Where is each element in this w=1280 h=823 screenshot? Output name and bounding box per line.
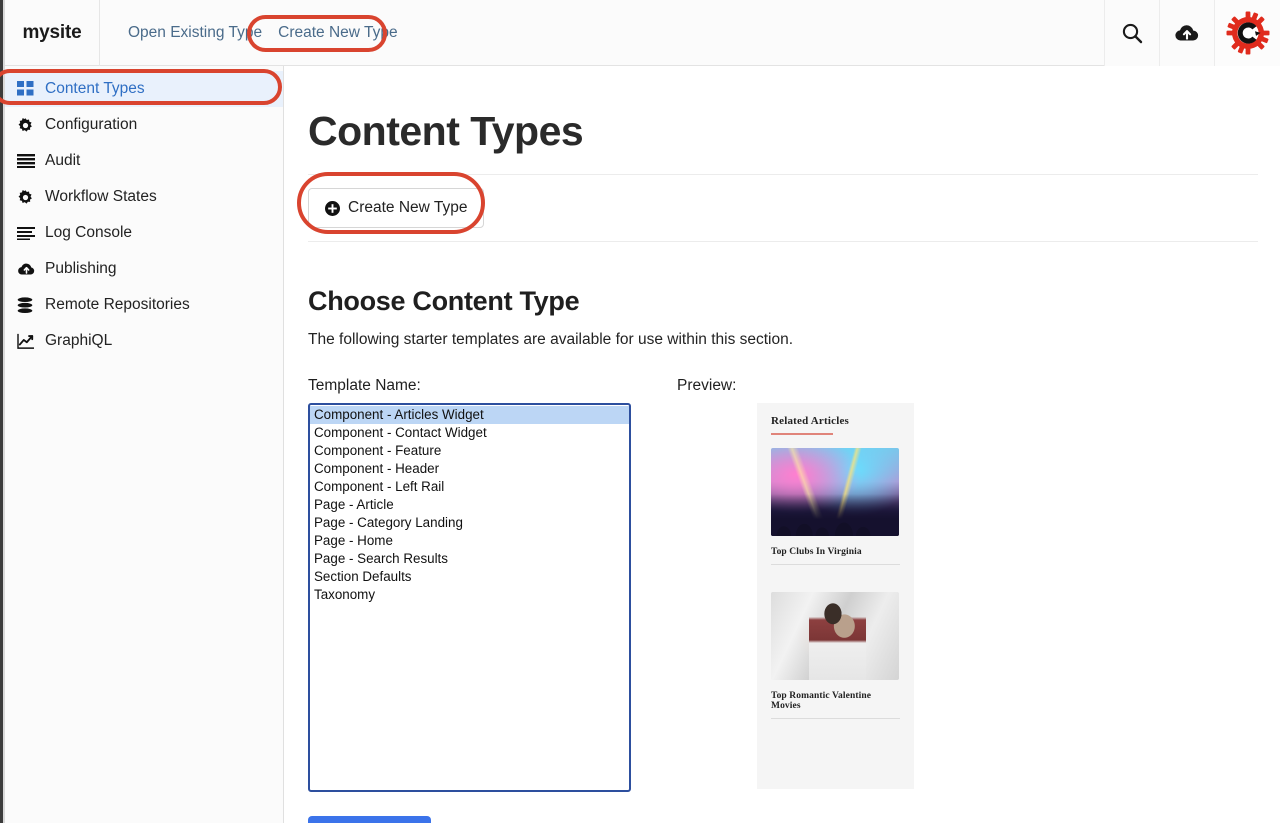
template-listbox[interactable]: Component - Articles Widget Component - C… [308, 403, 631, 792]
open-existing-type-link[interactable]: Open Existing Type [120, 24, 270, 42]
sidebar-item-label: Remote Repositories [45, 296, 190, 314]
preview-label: Preview: [677, 377, 737, 394]
top-nav: Open Existing Type Create New Type [100, 24, 406, 42]
app-root: mysite Open Existing Type Create New Typ… [0, 0, 1280, 823]
section-title: Choose Content Type [308, 286, 580, 316]
sidebar-item-graphiql[interactable]: GraphiQL [5, 323, 283, 359]
template-option[interactable]: Component - Contact Widget [310, 424, 629, 442]
template-name-label: Template Name: [308, 377, 421, 394]
sidebar-item-label: Configuration [45, 116, 138, 134]
chart-line-icon [17, 333, 45, 349]
preview-item-caption: Top Romantic Valentine Movies [771, 691, 900, 719]
cloud-upload-icon[interactable] [1159, 0, 1214, 66]
create-new-type-button[interactable]: Create New Type [308, 188, 485, 228]
gear-icon [17, 117, 45, 134]
sidebar-item-label: GraphiQL [45, 332, 113, 350]
concert-crowd-photo [771, 448, 899, 536]
preview-item-caption: Top Clubs In Virginia [771, 547, 900, 565]
create-new-type-button-label: Create New Type [348, 199, 468, 216]
sidebar-item-label: Workflow States [45, 188, 157, 206]
sidebar-item-remote-repositories[interactable]: Remote Repositories [5, 287, 283, 323]
open-type-button[interactable]: Open Type [308, 816, 431, 823]
preview-spacer [771, 565, 900, 579]
template-option[interactable]: Section Defaults [310, 568, 629, 586]
top-bar: mysite Open Existing Type Create New Typ… [5, 0, 1280, 66]
template-option[interactable]: Page - Home [310, 532, 629, 550]
template-option[interactable]: Component - Articles Widget [310, 406, 629, 424]
sidebar-item-label: Publishing [45, 260, 117, 278]
gear-icon [17, 189, 45, 206]
sidebar-item-label: Log Console [45, 224, 133, 242]
sidebar-item-log-console[interactable]: Log Console [5, 215, 283, 251]
template-option[interactable]: Page - Search Results [310, 550, 629, 568]
template-option[interactable]: Component - Header [310, 460, 629, 478]
top-bar-actions [1104, 0, 1280, 66]
sidebar-item-label: Audit [45, 152, 81, 170]
page-title: Content Types [308, 108, 584, 154]
preview-widget-title: Related Articles [771, 415, 850, 427]
sidebar: Content Types Configuration Audit Workfl… [5, 66, 284, 823]
list-lines-icon [17, 226, 45, 240]
template-option[interactable]: Component - Feature [310, 442, 629, 460]
preview-card: Related Articles Top Clubs In Virginia T… [757, 403, 914, 789]
sidebar-item-configuration[interactable]: Configuration [5, 107, 283, 143]
sidebar-item-content-types[interactable]: Content Types [5, 71, 283, 107]
create-new-type-link[interactable]: Create New Type [270, 24, 405, 42]
main-content: Content Types Create New Type Choose Con… [285, 66, 1280, 823]
grid-icon [17, 80, 45, 98]
divider-middle [308, 241, 1258, 242]
divider-top [308, 174, 1258, 175]
cloud-upload-icon [17, 261, 45, 277]
preview-title-rule [771, 433, 833, 435]
template-option[interactable]: Taxonomy [310, 586, 629, 604]
site-brand[interactable]: mysite [5, 0, 100, 66]
template-option[interactable]: Page - Category Landing [310, 514, 629, 532]
list-lines-icon [17, 154, 45, 168]
database-icon [17, 296, 45, 314]
sidebar-item-audit[interactable]: Audit [5, 143, 283, 179]
plus-circle-icon [325, 200, 340, 216]
section-description: The following starter templates are avai… [308, 331, 794, 348]
template-option[interactable]: Component - Left Rail [310, 478, 629, 496]
search-icon[interactable] [1104, 0, 1159, 66]
sidebar-item-workflow-states[interactable]: Workflow States [5, 179, 283, 215]
crafter-logo-icon[interactable] [1214, 0, 1280, 66]
template-option[interactable]: Page - Article [310, 496, 629, 514]
winter-couple-photo [771, 592, 899, 680]
sidebar-item-label: Content Types [45, 80, 145, 98]
sidebar-item-publishing[interactable]: Publishing [5, 251, 283, 287]
